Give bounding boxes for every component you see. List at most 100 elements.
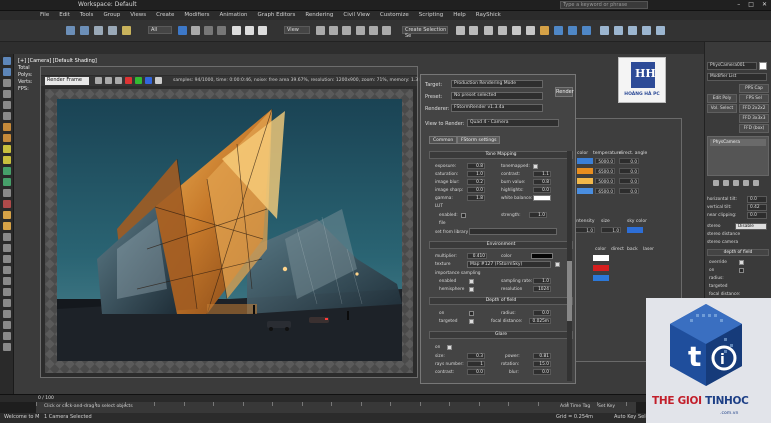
- color-swatch[interactable]: [577, 158, 593, 164]
- modify-tool-icon[interactable]: [2, 68, 11, 76]
- spacing-tool-icon[interactable]: [2, 266, 11, 274]
- modifier-ffd-box-button[interactable]: FFD (box): [739, 124, 769, 133]
- modifier-fps-sel-button[interactable]: FPS Sel: [739, 94, 769, 103]
- scale-icon[interactable]: [258, 26, 267, 35]
- display-tool-icon[interactable]: [2, 101, 11, 109]
- show-end-result-icon[interactable]: [723, 180, 729, 186]
- align-view-icon[interactable]: [2, 332, 11, 340]
- exposure-spinner[interactable]: 0.8: [467, 163, 485, 169]
- add-time-tag[interactable]: Add Time Tag: [560, 404, 590, 409]
- focal-distance-spinner[interactable]: 0.025m: [529, 318, 551, 324]
- stack-item[interactable]: PhysCamera: [710, 139, 766, 146]
- effects-icon[interactable]: [656, 26, 665, 35]
- snap-icon[interactable]: [356, 26, 365, 35]
- viewport-label[interactable]: [+] [Camera] [Default Shading]: [18, 58, 97, 65]
- sky-tool-icon[interactable]: [2, 222, 11, 230]
- shape-tool-icon[interactable]: [2, 178, 11, 186]
- tab-fstorm-settings[interactable]: FStorm settings: [457, 136, 501, 144]
- camera-dof-rollout[interactable]: depth of field: [707, 249, 769, 256]
- scatter-tool-icon[interactable]: [2, 233, 11, 241]
- gamma-spinner[interactable]: 1.8: [467, 195, 485, 201]
- color-swatch[interactable]: [577, 178, 593, 184]
- env-texture-map-button[interactable]: Map #127 (FStormSky): [467, 261, 551, 268]
- clone-window-icon[interactable]: [115, 77, 122, 84]
- saturation-spinner[interactable]: 1.0: [467, 171, 485, 177]
- redo-icon[interactable]: [80, 26, 89, 35]
- importance-enabled-checkbox[interactable]: [469, 279, 474, 284]
- workspace-label[interactable]: Workspace: Default: [78, 1, 137, 8]
- named-selection-dropdown[interactable]: Create Selection Se: [402, 26, 448, 39]
- menu-item-modifiers[interactable]: Modifiers: [184, 12, 209, 18]
- object-name-field[interactable]: PhysCamera001: [707, 62, 757, 70]
- clone-tool-icon[interactable]: [2, 277, 11, 285]
- create-tool-icon[interactable]: [2, 57, 11, 65]
- render-production-icon[interactable]: [582, 26, 591, 35]
- sky-color-swatch[interactable]: [627, 227, 643, 233]
- select-by-name-icon[interactable]: [191, 26, 200, 35]
- link-icon[interactable]: [94, 26, 103, 35]
- horizontal-tilt-spinner[interactable]: 0.0: [747, 196, 767, 203]
- env-resolution-spinner[interactable]: 1024: [533, 286, 551, 292]
- area-to-render-dropdown[interactable]: Render Frame: [45, 77, 89, 85]
- glare-blur-spinner[interactable]: 0.0: [533, 369, 551, 375]
- glare-rotation-spinner[interactable]: 15.0: [533, 361, 551, 367]
- motion-tool-icon[interactable]: [2, 90, 11, 98]
- lut-enabled-checkbox[interactable]: [461, 213, 466, 218]
- glare-size-spinner[interactable]: 0.3: [467, 353, 485, 359]
- env-color-swatch[interactable]: [531, 253, 553, 259]
- curve-editor-icon[interactable]: [512, 26, 521, 35]
- menu-item-edit[interactable]: Edit: [59, 12, 70, 18]
- menu-item-group[interactable]: Group: [103, 12, 120, 18]
- light-color-swatch[interactable]: [593, 255, 609, 261]
- dof-radius-spinner[interactable]: 0.0: [533, 310, 551, 316]
- sampling-rate-spinner[interactable]: 1.0: [533, 278, 551, 284]
- render-canvas[interactable]: [45, 89, 413, 373]
- normal-align-icon[interactable]: [2, 299, 11, 307]
- maxscript-listener[interactable]: Welcome to M: [4, 414, 39, 420]
- material-editor-icon[interactable]: [540, 26, 549, 35]
- spacewarp-tool-icon[interactable]: [2, 156, 11, 164]
- select-manipulate-icon[interactable]: [329, 26, 338, 35]
- hemisphere-checkbox[interactable]: [469, 287, 474, 292]
- align-tool-icon[interactable]: [2, 288, 11, 296]
- activeshade-icon[interactable]: [628, 26, 637, 35]
- dof-on-checkbox[interactable]: [469, 311, 474, 316]
- menu-item-create[interactable]: Create: [156, 12, 174, 18]
- snapshot-tool-icon[interactable]: [2, 244, 11, 252]
- render-button[interactable]: Render: [555, 87, 574, 97]
- array-tool-icon[interactable]: [2, 255, 11, 263]
- light-color-swatch[interactable]: [593, 275, 609, 281]
- mirror-icon[interactable]: [456, 26, 465, 35]
- set-key-button[interactable]: Set Key: [598, 404, 615, 409]
- white-balance-swatch[interactable]: [533, 195, 551, 201]
- dof-targeted-checkbox[interactable]: [469, 319, 474, 324]
- preset-dropdown[interactable]: No preset selected: [451, 92, 543, 100]
- camera-dof-on-checkbox[interactable]: [739, 268, 744, 273]
- sun-tool-icon[interactable]: [2, 211, 11, 219]
- image-blur-spinner[interactable]: 0.2: [467, 179, 485, 185]
- menu-item-rayshick[interactable]: RayShick: [476, 12, 501, 18]
- modifier-vol-select-button[interactable]: Vol. Select: [707, 104, 737, 113]
- rotate-icon[interactable]: [245, 26, 254, 35]
- render-setup-scrollbar[interactable]: [567, 151, 572, 381]
- ribbon-icon[interactable]: [498, 26, 507, 35]
- stereo-dropdown[interactable]: Disable: [735, 223, 767, 230]
- vertical-tilt-spinner[interactable]: 0.42: [747, 204, 767, 211]
- blue-channel-icon[interactable]: [145, 77, 152, 84]
- view-to-render-dropdown[interactable]: Quad 4 - Camera: [467, 119, 559, 127]
- move-icon[interactable]: [232, 26, 241, 35]
- glare-on-checkbox[interactable]: [447, 345, 452, 350]
- light-tool-icon[interactable]: [2, 123, 11, 131]
- contrast-spinner[interactable]: 1.1: [533, 171, 551, 177]
- modifier-list-dropdown[interactable]: Modifier List: [707, 73, 767, 81]
- angle-snap-icon[interactable]: [369, 26, 378, 35]
- maximize-icon[interactable]: □: [748, 1, 754, 8]
- modifier-ffd222-button[interactable]: FFD 2x2x2: [739, 104, 769, 113]
- modifier-stack[interactable]: PhysCamera: [707, 136, 769, 176]
- window-crossing-icon[interactable]: [217, 26, 226, 35]
- color-swatch[interactable]: [577, 168, 593, 174]
- lut-strength-spinner[interactable]: 1.0: [529, 212, 547, 218]
- minimize-icon[interactable]: –: [737, 1, 740, 8]
- undo-icon[interactable]: [66, 26, 75, 35]
- save-image-icon[interactable]: [95, 77, 102, 84]
